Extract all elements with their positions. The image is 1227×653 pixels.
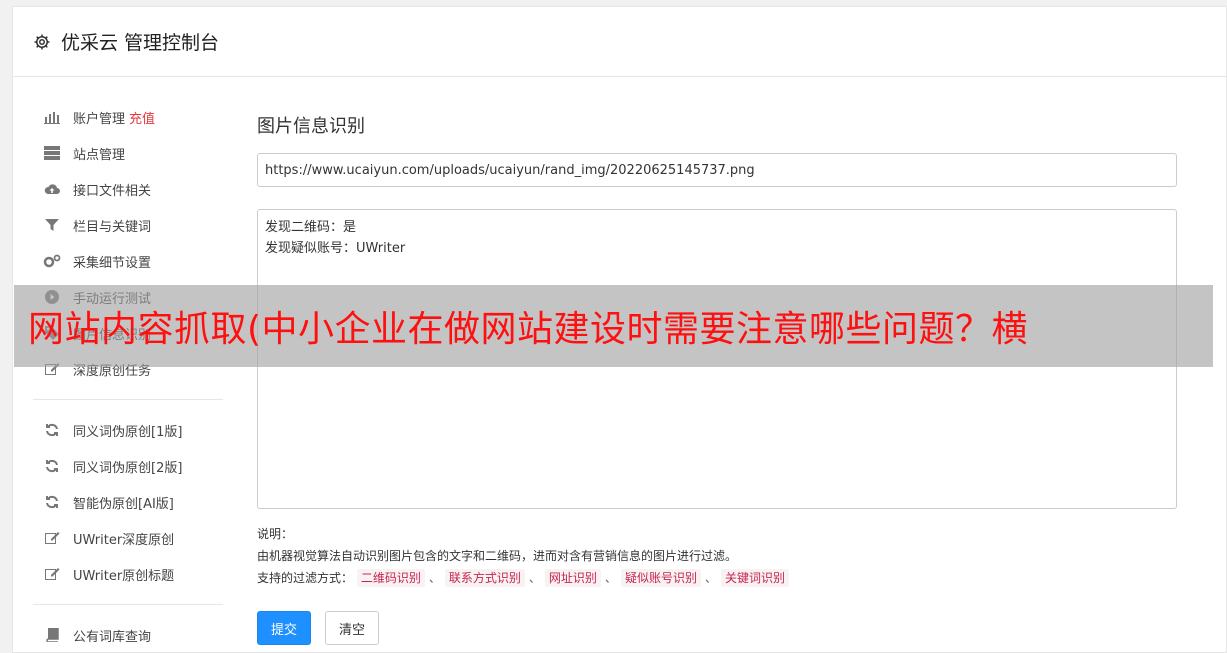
filter-tag: 网址识别 xyxy=(544,569,601,587)
filter-separator: 、 xyxy=(604,571,617,585)
recharge-link[interactable]: 充值 xyxy=(129,108,155,127)
banner-text: 网站内容抓取(中小企业在做网站建设时需要注意哪些问题？横 xyxy=(28,309,1029,350)
sidebar-item-label: UWriter原创标题 xyxy=(73,568,175,584)
cloud-upload-icon xyxy=(43,181,61,197)
gears-icon xyxy=(43,253,61,269)
edit-icon xyxy=(43,530,61,546)
sidebar-item[interactable]: 站点管理 xyxy=(33,135,223,171)
filter-tag: 关键词识别 xyxy=(720,569,789,587)
sidebar-item-label: 账户管理 xyxy=(73,111,126,127)
refresh-icon xyxy=(43,458,61,474)
sidebar-item[interactable]: 智能伪原创[AI版] xyxy=(33,484,223,520)
sidebar-item-label: 站点管理 xyxy=(73,147,126,163)
sidebar-divider xyxy=(33,399,223,400)
bar-chart-icon xyxy=(43,109,61,125)
filter-tag: 疑似账号识别 xyxy=(620,569,701,587)
sidebar-item-label: UWriter深度原创 xyxy=(73,532,175,548)
edit-icon xyxy=(43,566,61,582)
sidebar-item-label: 采集细节设置 xyxy=(73,255,152,271)
sidebar-divider xyxy=(33,604,223,605)
sidebar-item[interactable]: 采集细节设置 xyxy=(33,243,223,279)
page-header-title: 优采云 管理控制台 xyxy=(61,32,220,54)
sidebar-item-label: 智能伪原创[AI版] xyxy=(73,496,174,512)
filter-methods: 支持的过滤方式： 二维码识别、联系方式识别、网址识别、疑似账号识别、关键词识别 xyxy=(257,567,1177,589)
button-row: 提交 清空 xyxy=(257,611,1177,645)
sidebar-item-label: 同义词伪原创[1版] xyxy=(73,424,183,440)
filter-separator: 、 xyxy=(428,571,441,585)
notes-text: 由机器视觉算法自动识别图片包含的文字和二维码，进而对含有营销信息的图片进行过滤。 xyxy=(257,549,738,563)
sidebar-item[interactable]: 同义词伪原创[2版] xyxy=(33,448,223,484)
result-line: 发现疑似账号：UWriter xyxy=(265,241,406,256)
page-title: 图片信息识别 xyxy=(257,116,365,137)
clear-button[interactable]: 清空 xyxy=(325,611,380,645)
book-icon xyxy=(43,627,61,643)
notes: 说明： 由机器视觉算法自动识别图片包含的文字和二维码，进而对含有营销信息的图片进… xyxy=(257,523,1177,589)
sidebar-item[interactable]: UWriter原创标题 xyxy=(33,556,223,592)
sidebar-item[interactable]: 公有词库查询 xyxy=(33,617,223,653)
sidebar-item-label: 公有词库查询 xyxy=(73,629,152,645)
overlay-banner: 网站内容抓取(中小企业在做网站建设时需要注意哪些问题？横 xyxy=(14,285,1213,367)
sidebar-item-label: 接口文件相关 xyxy=(73,183,152,199)
submit-button[interactable]: 提交 xyxy=(257,611,312,645)
filter-separator: 、 xyxy=(528,571,541,585)
filter-prefix: 支持的过滤方式： xyxy=(257,571,354,585)
filter-tag: 联系方式识别 xyxy=(444,569,525,587)
panel-header: 优采云 管理控制台 xyxy=(13,7,1226,77)
filter-icon xyxy=(43,217,61,233)
notes-label: 说明： xyxy=(257,527,294,541)
filter-separator: 、 xyxy=(704,571,717,585)
main-content: 图片信息识别 发现二维码：是 发现疑似账号：UWriter 说明： 由机器视觉算… xyxy=(257,99,1177,645)
sidebar-item[interactable]: 栏目与关键词 xyxy=(33,207,223,243)
image-url-input[interactable] xyxy=(257,153,1177,187)
result-line: 发现二维码：是 xyxy=(265,220,357,235)
sidebar-item-label: 栏目与关键词 xyxy=(73,219,152,235)
sidebar-item[interactable]: 同义词伪原创[1版] xyxy=(33,412,223,448)
gear-icon xyxy=(33,33,51,51)
sidebar-item-label: 同义词伪原创[2版] xyxy=(73,460,183,476)
refresh-icon xyxy=(43,494,61,510)
sidebar-item[interactable]: 接口文件相关 xyxy=(33,171,223,207)
sidebar-item[interactable]: UWriter深度原创 xyxy=(33,520,223,556)
refresh-icon xyxy=(43,422,61,438)
filter-tag: 二维码识别 xyxy=(356,569,425,587)
server-icon xyxy=(43,145,61,161)
sidebar-item[interactable]: 账户管理 充值 xyxy=(33,99,223,135)
sidebar: 账户管理充值站点管理接口文件相关栏目与关键词采集细节设置手动运行测试图片信息识别… xyxy=(33,99,223,653)
